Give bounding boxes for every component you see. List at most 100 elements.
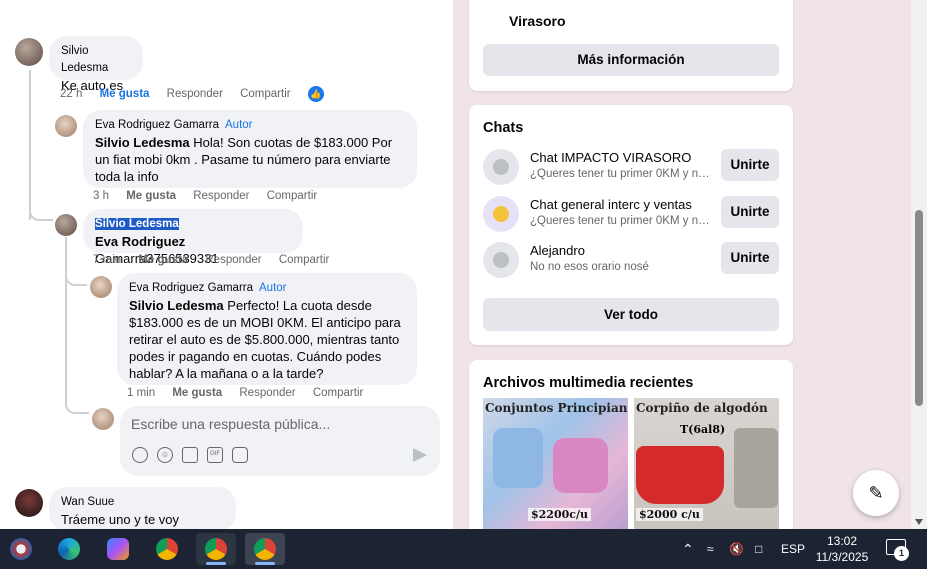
join-button[interactable]: Unirte	[721, 242, 779, 274]
taskbar-copilot[interactable]	[98, 533, 138, 565]
comment-time[interactable]: 1 min	[127, 387, 155, 399]
chat-item[interactable]: Chat general interc y ventas ¿Queres ten…	[483, 194, 779, 234]
chrome-icon	[156, 538, 178, 560]
comment-bubble: Eva Rodriguez Gamarra Autor Silvio Ledesm…	[83, 110, 417, 188]
volume-muted-icon[interactable]: 🔇	[729, 529, 744, 569]
taskbar-chrome[interactable]	[147, 533, 187, 565]
chat-bubble-icon	[483, 242, 519, 278]
copilot-icon	[107, 538, 129, 560]
chats-card: Chats Chat IMPACTO VIRASORO ¿Queres tene…	[469, 105, 793, 345]
reply-button[interactable]: Responder	[167, 88, 223, 100]
comment-author[interactable]: Silvio Ledesma	[61, 43, 131, 77]
join-button[interactable]: Unirte	[721, 196, 779, 228]
active-indicator	[206, 562, 226, 565]
comment-author-line: Eva Rodriguez Gamarra Autor	[95, 117, 405, 134]
avatar[interactable]	[55, 115, 77, 137]
chats-title: Chats	[483, 120, 524, 136]
chrome-icon	[254, 538, 276, 560]
camera-icon[interactable]	[182, 447, 198, 463]
taskbar-edge[interactable]	[49, 533, 89, 565]
group-name[interactable]: Virasoro	[509, 13, 566, 29]
emoji-icon[interactable]: ☺	[157, 447, 173, 463]
gif-icon[interactable]: GIF	[207, 447, 223, 463]
start-weather-widget[interactable]	[1, 533, 41, 565]
comment-author[interactable]: Eva Rodriguez Gamarra	[129, 282, 253, 294]
like-reaction-icon[interactable]: 👍	[307, 86, 324, 102]
media-thumbnail[interactable]: Conjuntos Principiant $2200c/u	[483, 398, 628, 529]
taskbar-chrome-profile[interactable]	[196, 533, 236, 565]
share-button[interactable]: Compartir	[279, 254, 329, 266]
thread-line	[65, 270, 87, 286]
thread-line	[29, 205, 53, 221]
see-all-button[interactable]: Ver todo	[483, 298, 779, 331]
show-hidden-icons-chevron-icon[interactable]: ⌃	[682, 529, 694, 569]
avatar-sticker-icon[interactable]	[132, 447, 148, 463]
chat-item[interactable]: Chat IMPACTO VIRASORO ¿Queres tener tu p…	[483, 147, 779, 187]
like-button[interactable]: Me gusta	[172, 387, 222, 399]
media-thumbnail[interactable]: Corpiño de algodón T(6al8) $2000 c/u	[634, 398, 779, 529]
language-indicator[interactable]: ESP	[781, 529, 805, 569]
chat-name[interactable]: Chat general interc y ventas	[530, 197, 692, 212]
reply-button[interactable]: Responder	[239, 387, 295, 399]
like-button[interactable]: Me gusta	[100, 88, 150, 100]
clock-time: 13:02	[826, 534, 858, 548]
reply-button[interactable]: Responder	[193, 190, 249, 202]
author-badge: Autor	[225, 119, 253, 131]
avatar[interactable]	[15, 489, 43, 517]
media-price: $2000 c/u	[636, 508, 703, 521]
mention-link[interactable]: Eva Rodriguez	[95, 234, 185, 249]
comment-time[interactable]: 3 h	[93, 190, 109, 202]
comment-time[interactable]: 7 min	[93, 254, 121, 266]
avatar[interactable]	[15, 38, 43, 66]
comment-author[interactable]: Wan Suue	[61, 494, 224, 511]
mention-link[interactable]: Silvio Ledesma	[95, 135, 190, 150]
avatar[interactable]	[90, 276, 112, 298]
send-icon[interactable]	[413, 448, 427, 462]
comment-text-line: Silvio Ledesma Hola! Son cuotas de $183.…	[95, 135, 392, 184]
comment-time[interactable]: 22 h	[60, 88, 82, 100]
clock-date: 11/3/2025	[815, 550, 869, 564]
page-scrollbar[interactable]	[911, 0, 927, 529]
scroll-down-arrow-icon[interactable]	[915, 519, 923, 525]
comment-bubble: Silvio Ledesma Ke auto es	[49, 36, 143, 93]
chat-bubble-icon	[483, 149, 519, 185]
mention-link[interactable]: Silvio Ledesma	[129, 298, 224, 313]
my-avatar[interactable]	[92, 408, 114, 430]
share-button[interactable]: Compartir	[240, 88, 290, 100]
join-button[interactable]: Unirte	[721, 149, 779, 181]
comment-actions: 7 min Me gusta Responder Compartir	[93, 254, 343, 266]
scrollbar-thumb[interactable]	[915, 210, 923, 406]
reply-input[interactable]: Escribe una respuesta pública...	[131, 416, 330, 432]
like-button[interactable]: Me gusta	[126, 190, 176, 202]
share-button[interactable]: Compartir	[267, 190, 317, 202]
compose-icon: ✎	[868, 483, 884, 503]
chat-preview: ¿Queres tener tu primer 0KM y no t...	[530, 215, 710, 227]
chat-name[interactable]: Alejandro	[530, 243, 585, 258]
sticker-icon[interactable]	[232, 447, 248, 463]
avatar[interactable]	[55, 214, 77, 236]
reply-composer[interactable]: Escribe una respuesta pública... ☺ GIF	[120, 406, 440, 476]
media-title: Archivos multimedia recientes	[483, 375, 694, 391]
chat-item[interactable]: Alejandro No no esos orario nosé Unirte	[483, 240, 779, 280]
chat-preview: No no esos orario nosé	[530, 261, 649, 273]
chat-name[interactable]: Chat IMPACTO VIRASORO	[530, 150, 691, 165]
media-price: $2200c/u	[528, 508, 591, 521]
notification-count-badge: 1	[894, 546, 909, 561]
comments-panel: Silvio Ledesma Ke auto es 22 h Me gusta …	[0, 0, 454, 529]
reply-button[interactable]: Responder	[205, 254, 261, 266]
comment-text: Tráeme uno y te voy pagando	[61, 512, 180, 527]
comment-actions: 22 h Me gusta Responder Compartir 👍	[60, 86, 338, 102]
comment-author[interactable]: Silvio Ledesma	[95, 218, 179, 230]
share-button[interactable]: Compartir	[313, 387, 363, 399]
network-icon[interactable]: ≈	[707, 529, 714, 569]
taskbar-chrome-profile-active[interactable]	[245, 533, 285, 565]
comment-actions: 1 min Me gusta Responder Compartir	[127, 387, 377, 399]
comment-text-line: Silvio Ledesma Perfecto! La cuota desde …	[129, 298, 401, 381]
comment-author[interactable]: Eva Rodriguez Gamarra	[95, 119, 219, 131]
system-clock[interactable]: 13:02 11/3/2025	[808, 533, 876, 565]
new-message-button[interactable]: ✎	[853, 470, 899, 516]
battery-icon[interactable]: □	[755, 529, 762, 569]
thread-line	[65, 398, 89, 414]
more-info-button[interactable]: Más información	[483, 44, 779, 76]
like-button[interactable]: Me gusta	[138, 254, 188, 266]
